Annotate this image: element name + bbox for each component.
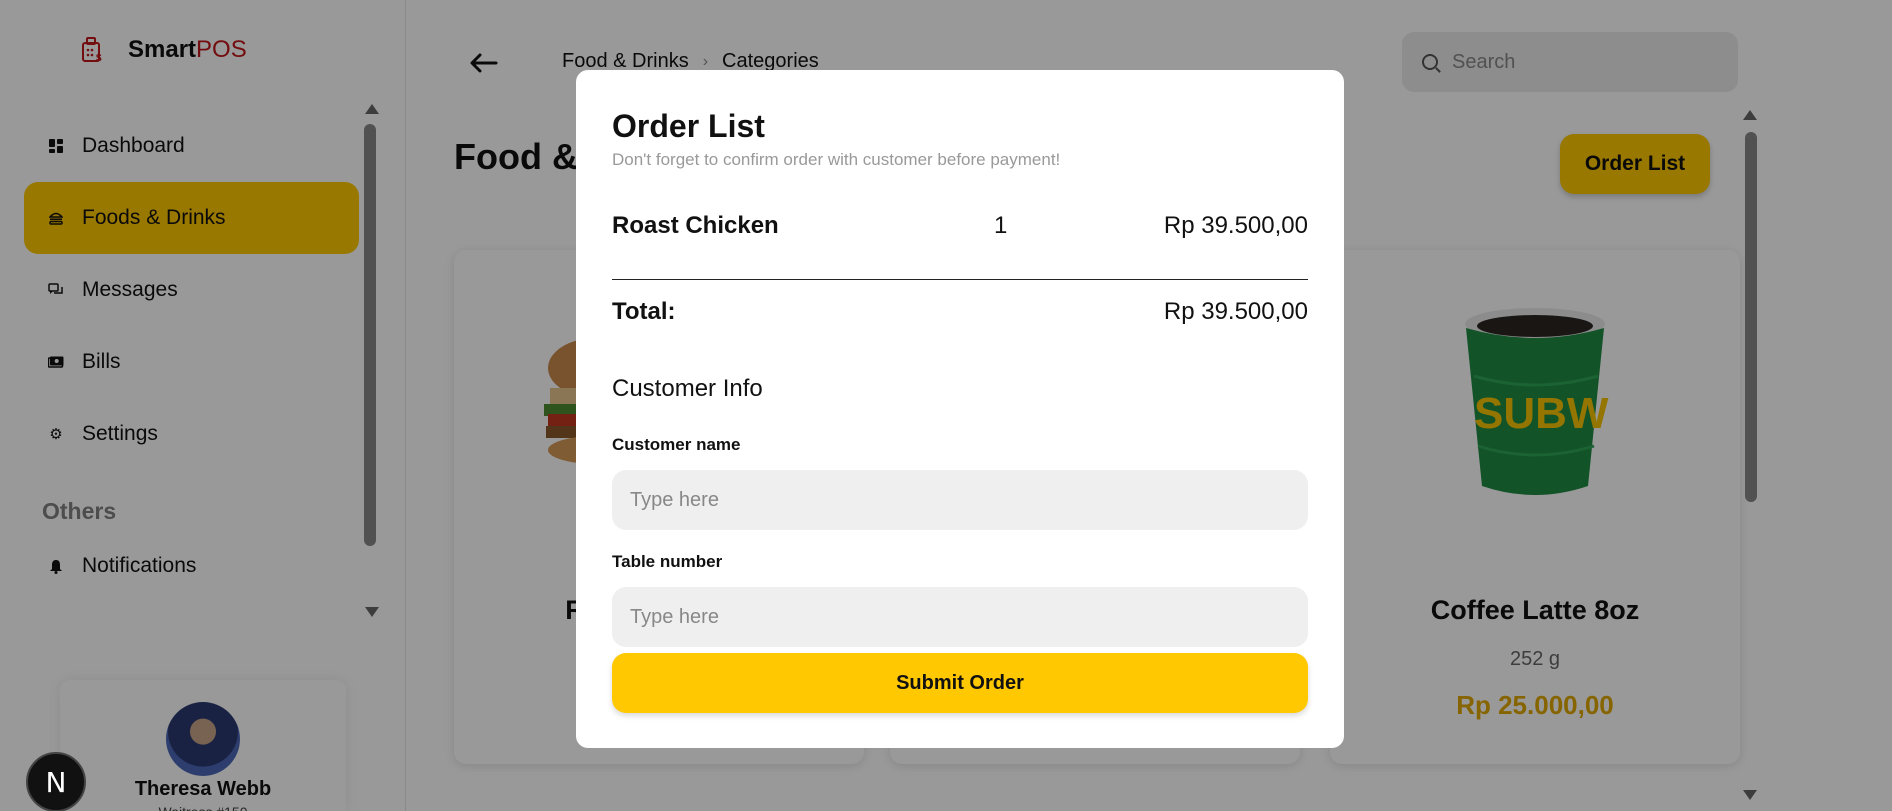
divider: [612, 279, 1308, 280]
customer-name-field[interactable]: [612, 470, 1308, 530]
customer-name-label: Customer name: [612, 435, 741, 454]
table-number-label: Table number: [612, 552, 723, 571]
order-item-name: Roast Chicken: [612, 212, 779, 239]
submit-order-button[interactable]: Submit Order: [612, 653, 1308, 713]
total-label: Total:: [612, 298, 676, 325]
order-list-modal: Order List Don't forget to confirm order…: [576, 70, 1344, 748]
modal-subtitle: Don't forget to confirm order with custo…: [612, 150, 1061, 169]
order-item-row: Roast Chicken 1 Rp 39.500,00: [612, 212, 1308, 242]
next-dev-badge[interactable]: N: [26, 752, 86, 811]
modal-title: Order List: [612, 108, 765, 144]
table-number-field[interactable]: [612, 587, 1308, 647]
total-value: Rp 39.500,00: [1163, 298, 1308, 325]
order-total-row: Total: Rp 39.500,00: [612, 298, 1308, 328]
order-item-qty: 1: [994, 212, 1008, 239]
customer-info-heading: Customer Info: [612, 375, 763, 402]
order-item-price: Rp 39.500,00: [1163, 212, 1308, 239]
